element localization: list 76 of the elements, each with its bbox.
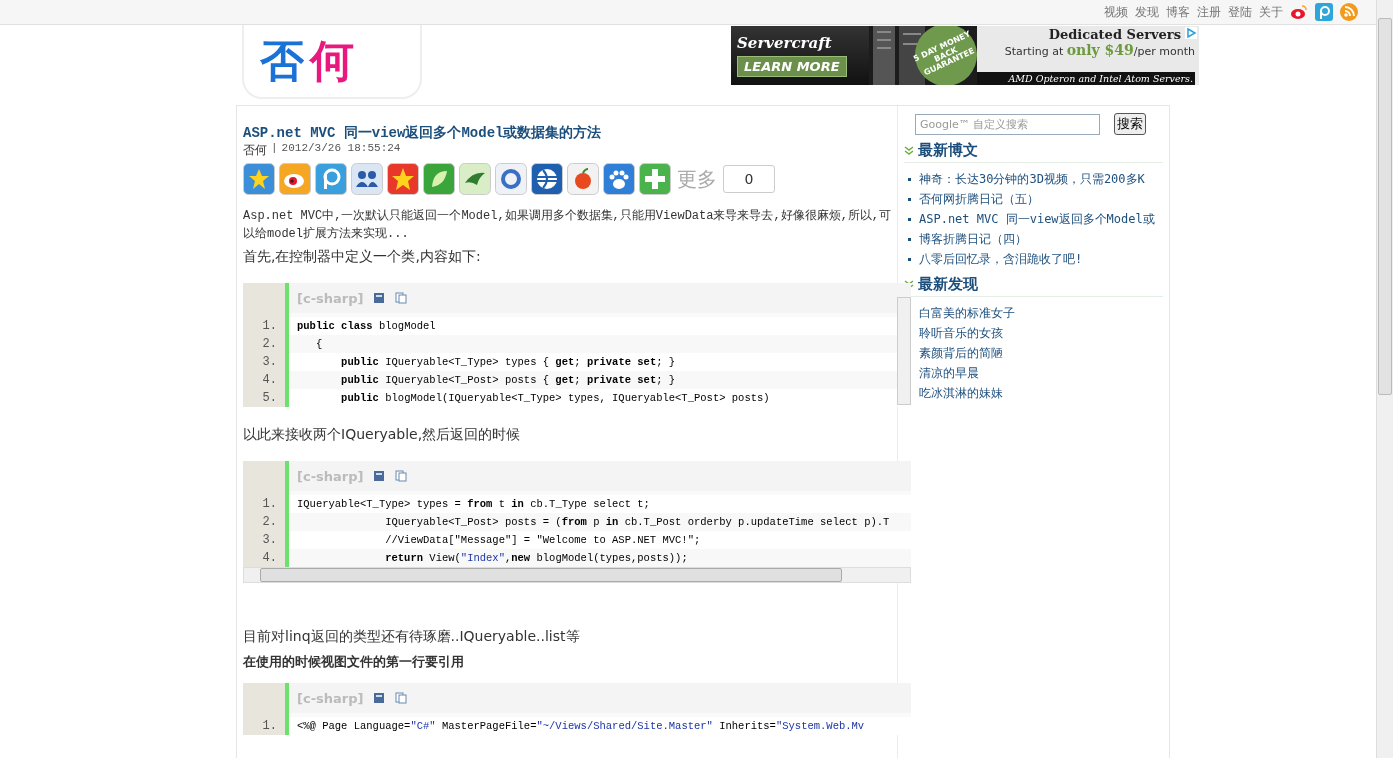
line-number: 1.: [261, 497, 277, 511]
author-name[interactable]: 否何: [243, 142, 267, 159]
copy-icon[interactable]: [395, 292, 408, 304]
code-line: IQueryable<T_Post> posts = (from p in cb.T_Post orderby p.updateTime select p).T: [384, 515, 891, 530]
sidebar-link[interactable]: ASP.net MVC 同一view返回多个Model或: [919, 210, 1155, 228]
sidebar-link[interactable]: 否何网折腾日记（五）: [919, 190, 1039, 208]
nav-link[interactable]: 发现: [1135, 3, 1159, 21]
view-source-icon[interactable]: [373, 470, 386, 482]
line-number: 2.: [261, 337, 277, 351]
globe-icon[interactable]: [531, 163, 563, 195]
sidebar-link[interactable]: 吃冰淇淋的妹妹: [919, 384, 1003, 402]
copy-icon[interactable]: [395, 470, 408, 482]
nav-link[interactable]: 登陆: [1228, 3, 1252, 21]
apple-icon[interactable]: [567, 163, 599, 195]
share-count: 0: [723, 165, 775, 193]
rss-icon[interactable]: [1340, 3, 1358, 21]
line-number: 3.: [261, 533, 277, 547]
scrollbar[interactable]: [243, 567, 911, 583]
play-icon[interactable]: [1185, 27, 1197, 39]
leaf-icon[interactable]: [423, 163, 455, 195]
site-logo[interactable]: 否何: [242, 25, 422, 99]
line-number: 4.: [261, 551, 277, 565]
line-number: 2.: [261, 515, 277, 529]
paragraph: 在使用的时候视图文件的第一行要引用: [243, 653, 465, 671]
language-label: [c-sharp]: [297, 690, 364, 706]
view-source-icon[interactable]: [373, 692, 386, 704]
separator: |: [271, 142, 278, 156]
nav-link[interactable]: 注册: [1197, 3, 1221, 21]
sidebar-link[interactable]: 博客折腾日记（四）: [919, 230, 1027, 248]
sidebar-link[interactable]: 聆听音乐的女孩: [919, 324, 1003, 342]
plus-icon[interactable]: [639, 163, 671, 195]
code-line: public IQueryable<T_Post> posts { get; private set; }: [340, 373, 677, 388]
ring-icon[interactable]: [495, 163, 527, 195]
paragraph: 首先,在控制器中定义一个类,内容如下:: [243, 247, 482, 266]
paragraph: 以此来接收两个IQueryable,然后返回的时候: [243, 425, 522, 444]
page-scrollbar[interactable]: [1376, 0, 1393, 758]
post-date: 2012/3/26 18:55:24: [281, 142, 401, 156]
paw-icon[interactable]: [603, 163, 635, 195]
code-line: return View("Index",new blogModel(types,posts));: [384, 551, 689, 566]
line-number: 4.: [261, 373, 277, 387]
code-line: {: [314, 337, 324, 352]
ad-headline: Dedicated Servers: [1048, 27, 1181, 42]
line-number: 1.: [261, 319, 277, 333]
line-number: 5.: [261, 391, 277, 405]
scrollbar[interactable]: [897, 297, 911, 405]
people-icon[interactable]: [351, 163, 383, 195]
chevron-icon: [904, 279, 914, 290]
search-field[interactable]: Google™ 自定义搜索: [915, 113, 1100, 135]
line-number: 3.: [261, 355, 277, 369]
ad-offer: Starting at only $49/per month: [1004, 42, 1195, 58]
chevron-icon: [904, 145, 914, 156]
eye-icon[interactable]: [279, 163, 311, 195]
sidebar-link[interactable]: 白富美的标准女子: [919, 304, 1015, 322]
sidebar-link[interactable]: 素颜背后的简陋: [919, 344, 1003, 362]
bird-icon[interactable]: [459, 163, 491, 195]
nav-link[interactable]: 视频: [1104, 3, 1128, 21]
sidebar-link[interactable]: 清凉的早晨: [919, 364, 979, 382]
sidebar-link[interactable]: 八零后回忆录，含泪跪收了吧!: [919, 250, 1083, 268]
ad-brand: Servercraft: [737, 34, 833, 52]
section-heading: 最新博文: [918, 141, 978, 160]
language-label: [c-sharp]: [297, 290, 364, 306]
copy-icon[interactable]: [395, 692, 408, 704]
line-number: 1.: [261, 719, 277, 733]
learn-more-button[interactable]: LEARN MORE: [737, 56, 847, 77]
view-source-icon[interactable]: [373, 292, 386, 304]
section-heading: 最新发现: [918, 275, 978, 294]
post-title[interactable]: ASP.net MVC 同一view返回多个Model或数据集的方法: [243, 124, 897, 142]
nav-link[interactable]: 关于: [1259, 3, 1283, 21]
nav-link[interactable]: 博客: [1166, 3, 1190, 21]
intro-paragraph: Asp.net MVC中,一次默认只能返回一个Model,如果调用多个数据集,只能用ViewData来导来导去,好像很麻烦,所以,可以给model扩展方法来实现...: [243, 208, 893, 243]
eye-icon[interactable]: [1290, 3, 1308, 21]
search-button[interactable]: 搜索: [1114, 113, 1146, 135]
paragraph: 目前对linq返回的类型还有待琢磨..IQueryable..list等: [243, 627, 581, 646]
language-label: [c-sharp]: [297, 468, 364, 484]
sidebar-link[interactable]: 神奇：长达30分钟的3D视频，只需200多K: [919, 170, 1145, 188]
ad-footer: AMD Opteron and Intel Atom Servers.: [977, 72, 1195, 85]
